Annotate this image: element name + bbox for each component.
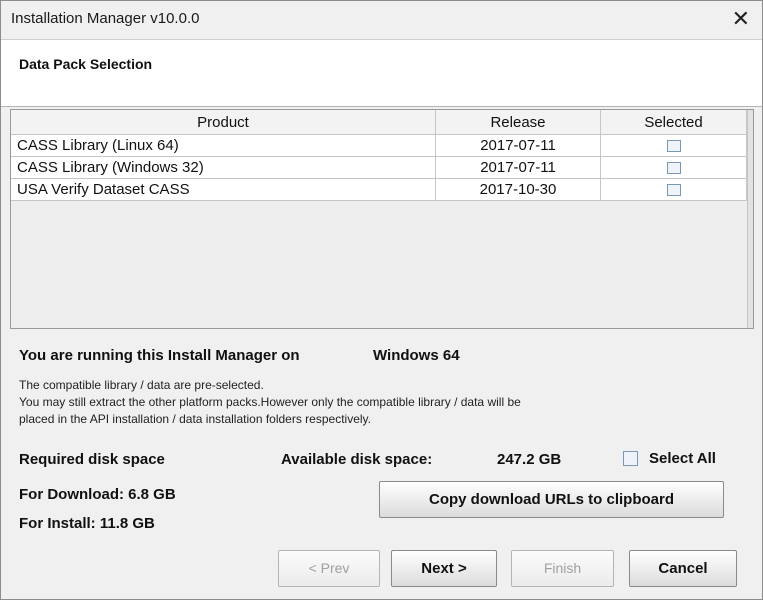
table-row[interactable]: CASS Library (Linux 64) 2017-07-11 bbox=[11, 134, 747, 157]
select-all-label[interactable]: Select All bbox=[649, 450, 716, 467]
title-bar: Installation Manager v10.0.0 ✕ bbox=[1, 1, 762, 40]
release-cell: 2017-07-11 bbox=[435, 134, 601, 157]
window-title: Installation Manager v10.0.0 bbox=[11, 10, 200, 27]
product-cell: CASS Library (Linux 64) bbox=[11, 134, 436, 157]
running-on-label: You are running this Install Manager on bbox=[19, 347, 300, 364]
download-size-label: For Download: 6.8 GB bbox=[19, 486, 176, 503]
data-pack-table: Product Release Selected CASS Library (L… bbox=[11, 110, 747, 201]
installation-manager-window: Installation Manager v10.0.0 ✕ Data Pack… bbox=[0, 0, 763, 600]
info-text-line-2: You may still extract the other platform… bbox=[19, 395, 521, 409]
available-disk-space-value: 247.2 GB bbox=[497, 451, 562, 468]
product-cell: USA Verify Dataset CASS bbox=[11, 178, 436, 201]
table-row[interactable]: USA Verify Dataset CASS 2017-10-30 bbox=[11, 178, 747, 201]
required-disk-space-label: Required disk space bbox=[19, 451, 165, 468]
page-title: Data Pack Selection bbox=[19, 56, 153, 72]
header-panel: Data Pack Selection bbox=[1, 40, 762, 107]
table-scrollbar[interactable] bbox=[747, 110, 753, 328]
row-checkbox[interactable] bbox=[666, 140, 681, 153]
selected-cell bbox=[600, 178, 747, 201]
select-all-checkbox[interactable] bbox=[623, 451, 638, 466]
column-header-selected[interactable]: Selected bbox=[600, 110, 747, 135]
cancel-button[interactable]: Cancel bbox=[629, 550, 737, 587]
os-value: Windows 64 bbox=[373, 347, 460, 364]
product-cell: CASS Library (Windows 32) bbox=[11, 156, 436, 179]
close-icon[interactable]: ✕ bbox=[732, 6, 750, 32]
data-pack-table-container: Product Release Selected CASS Library (L… bbox=[10, 109, 754, 329]
release-cell: 2017-10-30 bbox=[435, 178, 601, 201]
release-cell: 2017-07-11 bbox=[435, 156, 601, 179]
install-size-label: For Install: 11.8 GB bbox=[19, 515, 155, 532]
selected-cell bbox=[600, 134, 747, 157]
column-header-product[interactable]: Product bbox=[11, 110, 436, 135]
next-button[interactable]: Next > bbox=[391, 550, 497, 587]
info-text-line-3: placed in the API installation / data in… bbox=[19, 412, 371, 426]
row-checkbox[interactable] bbox=[666, 162, 681, 175]
table-row[interactable]: CASS Library (Windows 32) 2017-07-11 bbox=[11, 156, 747, 179]
info-text-line-1: The compatible library / data are pre-se… bbox=[19, 378, 264, 392]
table-header-row: Product Release Selected bbox=[11, 110, 747, 135]
prev-button[interactable]: < Prev bbox=[278, 550, 380, 587]
column-header-release[interactable]: Release bbox=[435, 110, 601, 135]
available-disk-space-label: Available disk space: bbox=[281, 451, 433, 468]
copy-urls-button[interactable]: Copy download URLs to clipboard bbox=[379, 481, 724, 518]
row-checkbox[interactable] bbox=[666, 184, 681, 197]
selected-cell bbox=[600, 156, 747, 179]
finish-button[interactable]: Finish bbox=[511, 550, 614, 587]
